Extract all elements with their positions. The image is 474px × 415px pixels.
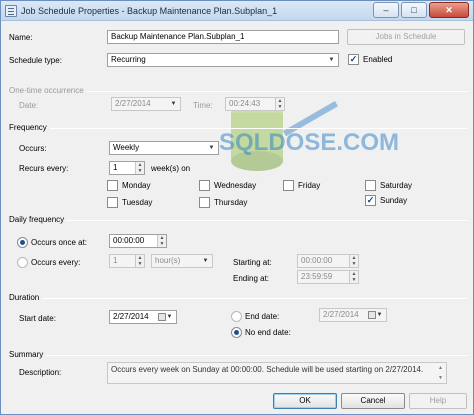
schedule-type-label: Schedule type: bbox=[9, 56, 62, 65]
one-time-time-input[interactable]: 00:24:43 ▲ ▼ bbox=[225, 97, 285, 111]
end-date-picker[interactable]: 2/27/2014 ▼ bbox=[319, 308, 387, 322]
frequency-section-title: Frequency bbox=[9, 123, 50, 133]
sunday-checkbox[interactable]: ✓ bbox=[365, 195, 376, 206]
recurs-spinner-icon[interactable]: ▲ ▼ bbox=[135, 162, 144, 174]
occurs-every-value: 1 bbox=[113, 256, 118, 265]
end-date-radio[interactable] bbox=[231, 311, 242, 322]
friday-checkbox[interactable] bbox=[283, 180, 294, 191]
chevron-down-icon: ▼ bbox=[376, 312, 383, 318]
schedule-type-value: Recurring bbox=[111, 55, 146, 64]
time-spinner-icon[interactable]: ▲ ▼ bbox=[275, 98, 284, 110]
occurs-once-time-value: 00:00:00 bbox=[113, 236, 145, 245]
one-time-section-title: One-time occurrence bbox=[9, 86, 87, 96]
recurs-every-input[interactable]: 1 ▲ ▼ bbox=[109, 161, 145, 175]
cancel-button[interactable]: Cancel bbox=[341, 393, 405, 409]
daily-frequency-separator bbox=[9, 220, 467, 221]
ok-button[interactable]: OK bbox=[273, 393, 337, 409]
minimize-button[interactable]: – bbox=[373, 2, 399, 18]
saturday-label: Saturday bbox=[380, 181, 413, 190]
one-time-date-value: 2/27/2014 bbox=[115, 99, 151, 108]
starting-at-label: Starting at: bbox=[233, 258, 272, 267]
description-label: Description: bbox=[19, 368, 62, 377]
description-text: Occurs every week on Sunday at 00:00:00.… bbox=[107, 362, 447, 384]
ending-at-input[interactable]: 23:59:59 ▲ ▼ bbox=[297, 270, 359, 284]
monday-checkbox[interactable] bbox=[107, 180, 118, 191]
summary-section-title: Summary bbox=[9, 350, 47, 360]
starting-at-value: 00:00:00 bbox=[301, 256, 333, 265]
name-label: Name: bbox=[9, 33, 33, 42]
saturday-checkbox[interactable] bbox=[365, 180, 376, 191]
occurs-every-unit-select[interactable]: hour(s) ▼ bbox=[151, 254, 213, 268]
once-time-spinner-icon[interactable]: ▲ ▼ bbox=[157, 235, 166, 247]
one-time-time-value: 00:24:43 bbox=[229, 99, 261, 108]
occurs-every-unit-value: hour(s) bbox=[155, 256, 181, 265]
frequency-separator bbox=[9, 128, 467, 129]
wednesday-checkbox[interactable] bbox=[199, 180, 210, 191]
jobs-in-schedule-button[interactable]: Jobs in Schedule bbox=[347, 29, 465, 45]
title-bar[interactable]: Job Schedule Properties - Backup Mainten… bbox=[1, 1, 473, 21]
occurs-select[interactable]: Weekly ▼ bbox=[109, 141, 219, 155]
job-schedule-properties-window: Job Schedule Properties - Backup Mainten… bbox=[0, 0, 474, 415]
schedule-type-select[interactable]: Recurring ▼ bbox=[107, 53, 339, 67]
enabled-checkbox[interactable]: ✓ bbox=[348, 54, 359, 65]
occurs-every-label: Occurs every: bbox=[31, 258, 81, 267]
end-date-value: 2/27/2014 bbox=[323, 310, 359, 319]
thursday-checkbox[interactable] bbox=[199, 197, 210, 208]
enabled-label: Enabled bbox=[363, 55, 393, 64]
starting-at-input[interactable]: 00:00:00 ▲ ▼ bbox=[297, 254, 359, 268]
close-button[interactable]: ✕ bbox=[429, 2, 469, 18]
schedule-window-icon bbox=[5, 5, 17, 17]
date-label: Date: bbox=[19, 101, 39, 110]
duration-section-title: Duration bbox=[9, 293, 43, 303]
summary-separator bbox=[9, 355, 467, 356]
watermark-text: SQLDOSE.COM bbox=[219, 129, 400, 156]
starting-spinner-icon[interactable]: ▲ ▼ bbox=[349, 255, 358, 267]
calendar-dropdown-icon: ▼ bbox=[170, 101, 177, 107]
time-label: Time: bbox=[193, 101, 213, 110]
start-date-picker[interactable]: 2/27/2014 ▼ bbox=[109, 310, 177, 324]
occurs-once-time-input[interactable]: 00:00:00 ▲ ▼ bbox=[109, 234, 167, 248]
end-date-label: End date: bbox=[245, 312, 280, 321]
friday-label: Friday bbox=[298, 181, 321, 190]
sunday-label: Sunday bbox=[380, 196, 408, 205]
ending-at-value: 23:59:59 bbox=[301, 272, 333, 281]
duration-separator bbox=[9, 298, 467, 299]
chevron-down-icon: ▼ bbox=[166, 314, 173, 320]
every-spinner-icon[interactable]: ▲ ▼ bbox=[135, 255, 144, 267]
start-date-value: 2/27/2014 bbox=[113, 312, 149, 321]
chevron-down-icon: ▼ bbox=[208, 145, 215, 151]
occurs-label: Occurs: bbox=[19, 144, 47, 153]
recurs-unit-label: week(s) on bbox=[151, 164, 191, 173]
recurs-every-value: 1 bbox=[113, 163, 118, 172]
chevron-down-icon: ▼ bbox=[202, 258, 209, 264]
occurs-once-label: Occurs once at: bbox=[31, 238, 88, 247]
tuesday-checkbox[interactable] bbox=[107, 197, 118, 208]
maximize-button[interactable]: □ bbox=[401, 2, 427, 18]
daily-frequency-section-title: Daily frequency bbox=[9, 215, 68, 225]
ending-at-label: Ending at: bbox=[233, 274, 270, 283]
no-end-date-label: No end date: bbox=[245, 328, 291, 337]
start-date-label: Start date: bbox=[19, 314, 56, 323]
occurs-value: Weekly bbox=[113, 143, 140, 152]
no-end-date-radio[interactable] bbox=[231, 327, 242, 338]
wednesday-label: Wednesday bbox=[214, 181, 257, 190]
occurs-every-input[interactable]: 1 ▲ ▼ bbox=[109, 254, 145, 268]
occurs-once-radio[interactable] bbox=[17, 237, 28, 248]
name-input[interactable]: Backup Maintenance Plan.Subplan_1 bbox=[107, 30, 339, 44]
help-button[interactable]: Help bbox=[409, 393, 467, 409]
monday-label: Monday bbox=[122, 181, 151, 190]
tuesday-label: Tuesday bbox=[122, 198, 153, 207]
thursday-label: Thursday bbox=[214, 198, 248, 207]
description-scrollbar[interactable]: ▲ ▼ bbox=[435, 363, 446, 383]
ending-spinner-icon[interactable]: ▲ ▼ bbox=[349, 271, 358, 283]
occurs-every-radio[interactable] bbox=[17, 257, 28, 268]
one-time-date-picker[interactable]: 2/27/2014 ▼ bbox=[111, 97, 181, 111]
chevron-down-icon: ▼ bbox=[328, 57, 335, 63]
recurs-every-label: Recurs every: bbox=[19, 164, 69, 173]
window-title: Job Schedule Properties - Backup Mainten… bbox=[21, 6, 278, 16]
